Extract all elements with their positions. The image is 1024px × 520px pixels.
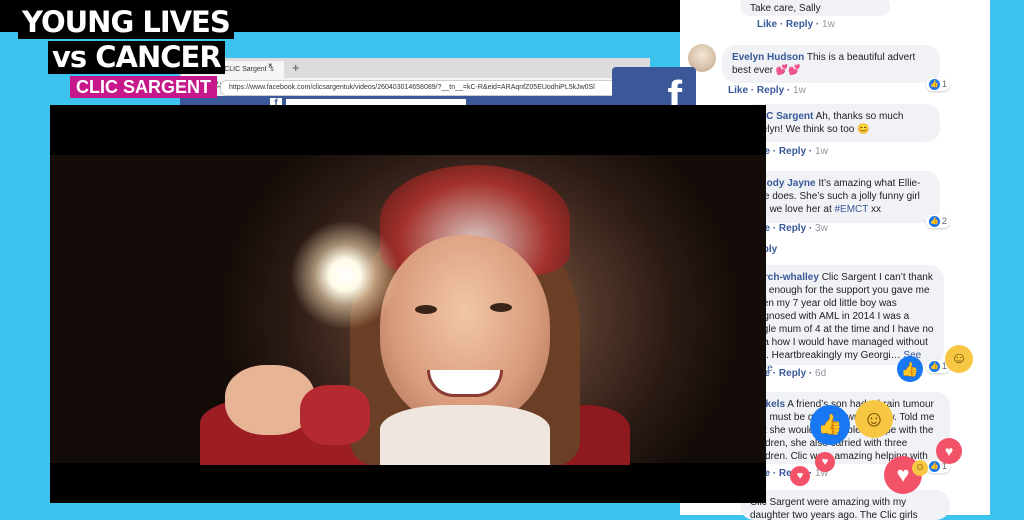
smile-reaction-icon: ☺ bbox=[855, 400, 893, 438]
tab-bar: #KidSanta: CLIC Sargent ‘s × + bbox=[180, 58, 650, 78]
reply-link[interactable]: Reply bbox=[779, 368, 806, 379]
reaction-count[interactable]: 👍 1 bbox=[926, 78, 951, 92]
comment-author[interactable]: Evelyn Hudson bbox=[732, 52, 804, 63]
new-tab-button[interactable]: + bbox=[292, 60, 300, 75]
comment-time: 1w bbox=[793, 85, 806, 96]
comment-time: 3w bbox=[815, 223, 828, 234]
thumbs-up-reaction-icon: 👍 bbox=[897, 356, 923, 382]
address-row: ←→↻ https://www.facebook.com/clicsargent… bbox=[180, 78, 650, 96]
close-tab-icon[interactable]: × bbox=[268, 61, 273, 70]
heart-reaction-icon: ♥ bbox=[815, 452, 835, 472]
thumbs-up-icon: 👍 bbox=[929, 461, 940, 473]
thumbs-up-reaction-icon: 👍 bbox=[810, 405, 850, 445]
logo-line-2: vs CANCER bbox=[48, 41, 225, 74]
logo-brand: CLIC SARGENT bbox=[70, 76, 217, 98]
young-lives-vs-cancer-logo: YOUNG LIVES vs CANCER CLIC SARGENT bbox=[18, 6, 234, 98]
comment-text: Take care, Sally bbox=[750, 3, 821, 14]
like-link[interactable]: Like bbox=[728, 85, 748, 96]
comment-time: 6d bbox=[815, 368, 827, 379]
heart-reaction-icon: ♥ bbox=[936, 438, 962, 464]
light-flare bbox=[290, 220, 400, 330]
video-frame-girl-santa bbox=[50, 155, 766, 465]
address-bar[interactable]: https://www.facebook.com/clicsargentuk/v… bbox=[220, 80, 630, 96]
right-blue-strip bbox=[990, 0, 1024, 515]
reply-link[interactable]: Reply bbox=[786, 19, 813, 30]
reply-link[interactable]: Reply bbox=[757, 85, 784, 96]
smile-reaction-icon: ☺ bbox=[912, 460, 928, 476]
comment-meta: Like · Reply · 1w bbox=[728, 85, 806, 96]
reaction-count[interactable]: 👍 2 bbox=[926, 215, 951, 229]
hashtag-link[interactable]: #EMCT bbox=[835, 204, 869, 215]
smile-reaction-icon: ☺ bbox=[945, 345, 973, 373]
thumbs-up-icon: 👍 bbox=[929, 361, 940, 373]
thumbs-up-icon: 👍 bbox=[929, 216, 940, 228]
comment-text: Clic Sargent were amazing with my daught… bbox=[750, 497, 918, 520]
reply-link[interactable]: Reply bbox=[779, 223, 806, 234]
heart-reaction-icon: ♥ bbox=[790, 466, 810, 486]
video-player[interactable] bbox=[50, 105, 766, 503]
logo-line-1: YOUNG LIVES bbox=[18, 6, 234, 39]
comment-text: Clic Sargent I can’t thank you enough fo… bbox=[750, 272, 934, 361]
reply-link[interactable]: Reply bbox=[779, 146, 806, 157]
comment-time: 1w bbox=[815, 146, 828, 157]
thumbs-up-icon: 👍 bbox=[929, 79, 940, 91]
comment-time: 1w bbox=[822, 19, 835, 30]
comment-meta: Like · Reply · 1w bbox=[757, 19, 835, 30]
like-link[interactable]: Like bbox=[757, 19, 777, 30]
